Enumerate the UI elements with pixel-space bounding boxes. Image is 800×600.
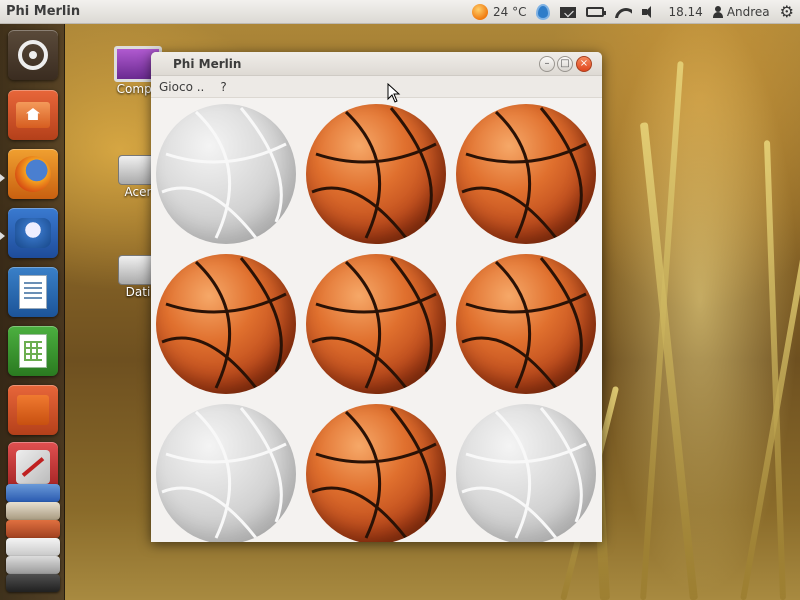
launcher-calc[interactable] xyxy=(8,326,58,376)
window-titlebar[interactable]: Phi Merlin – □ × xyxy=(151,52,602,76)
launcher-stacked-item[interactable] xyxy=(6,484,60,502)
ubuntu-logo-icon xyxy=(18,40,48,70)
weather-sun-icon xyxy=(471,4,488,20)
basketball-cell-on-r0c1[interactable] xyxy=(306,104,446,244)
basketball-icon xyxy=(461,107,587,239)
session-gear-icon[interactable]: ⚙ xyxy=(780,4,794,20)
minimize-button[interactable]: – xyxy=(539,56,555,72)
basketball-icon xyxy=(161,107,287,239)
game-board xyxy=(156,104,602,542)
dropbox-icon[interactable] xyxy=(536,4,551,20)
software-center-bag-icon xyxy=(17,395,49,425)
basketball-icon xyxy=(461,257,587,389)
panel-app-title: Phi Merlin xyxy=(6,4,81,19)
user-icon xyxy=(712,6,723,18)
launcher-stacked-item[interactable] xyxy=(6,502,60,520)
basketball-cell-on-r2c1[interactable] xyxy=(306,404,446,542)
basketball-icon xyxy=(311,407,437,539)
launcher-firefox[interactable] xyxy=(8,149,58,199)
basketball-icon xyxy=(161,257,287,389)
clock[interactable]: 18.14 xyxy=(668,5,702,19)
menu-gioco[interactable]: Gioco .. xyxy=(151,80,212,94)
launcher xyxy=(0,24,65,600)
basketball-cell-on-r1c2[interactable] xyxy=(456,254,596,394)
basketball-cell-off-r2c0[interactable] xyxy=(156,404,296,542)
basketball-cell-off-r0c0[interactable] xyxy=(156,104,296,244)
dash-home-button[interactable] xyxy=(8,30,58,80)
battery-icon[interactable] xyxy=(586,7,607,17)
basketball-cell-off-r2c2[interactable] xyxy=(456,404,596,542)
thunderbird-icon xyxy=(15,218,51,248)
running-indicator-arrow xyxy=(0,174,5,182)
basketball-icon xyxy=(461,407,587,539)
weather-temperature: 24 °C xyxy=(492,5,527,19)
game-window: Phi Merlin – □ × Gioco .. ? xyxy=(151,52,602,542)
launcher-home-folder[interactable] xyxy=(8,90,58,140)
maximize-button[interactable]: □ xyxy=(557,56,573,72)
basketball-cell-on-r1c1[interactable] xyxy=(306,254,446,394)
volume-icon[interactable] xyxy=(642,6,658,18)
launcher-stacked-item[interactable] xyxy=(6,520,60,538)
user-menu[interactable]: Andrea xyxy=(712,5,770,19)
basketball-cell-on-r1c0[interactable] xyxy=(156,254,296,394)
weather-indicator[interactable]: 24 °C xyxy=(471,4,527,20)
basketball-icon xyxy=(311,107,437,239)
mouse-cursor-icon xyxy=(387,83,401,103)
system-tools-icon xyxy=(16,450,50,484)
launcher-writer[interactable] xyxy=(8,267,58,317)
close-button[interactable]: × xyxy=(576,56,592,72)
firefox-icon xyxy=(15,156,51,192)
launcher-stacked-item[interactable] xyxy=(6,538,60,556)
basketball-cell-on-r0c2[interactable] xyxy=(456,104,596,244)
menubar: Gioco .. ? xyxy=(151,76,602,98)
launcher-thunderbird[interactable] xyxy=(8,208,58,258)
panel-indicators: 24 °C 18.14 Andrea ⚙ xyxy=(471,0,794,24)
menu-help[interactable]: ? xyxy=(212,80,234,94)
home-folder-icon xyxy=(16,102,50,128)
launcher-software-center[interactable] xyxy=(8,385,58,435)
writer-document-icon xyxy=(19,275,47,309)
window-title: Phi Merlin xyxy=(173,56,242,71)
launcher-stacked-item[interactable] xyxy=(6,556,60,574)
top-panel: Phi Merlin 24 °C 18.14 Andrea ⚙ xyxy=(0,0,800,24)
launcher-stacked-item[interactable] xyxy=(6,574,60,592)
mail-icon[interactable] xyxy=(560,6,577,18)
wifi-icon[interactable] xyxy=(614,6,632,18)
basketball-icon xyxy=(161,407,287,539)
calc-spreadsheet-icon xyxy=(19,334,47,368)
user-name: Andrea xyxy=(726,5,770,19)
basketball-icon xyxy=(311,257,437,389)
running-indicator-arrow xyxy=(0,232,5,240)
